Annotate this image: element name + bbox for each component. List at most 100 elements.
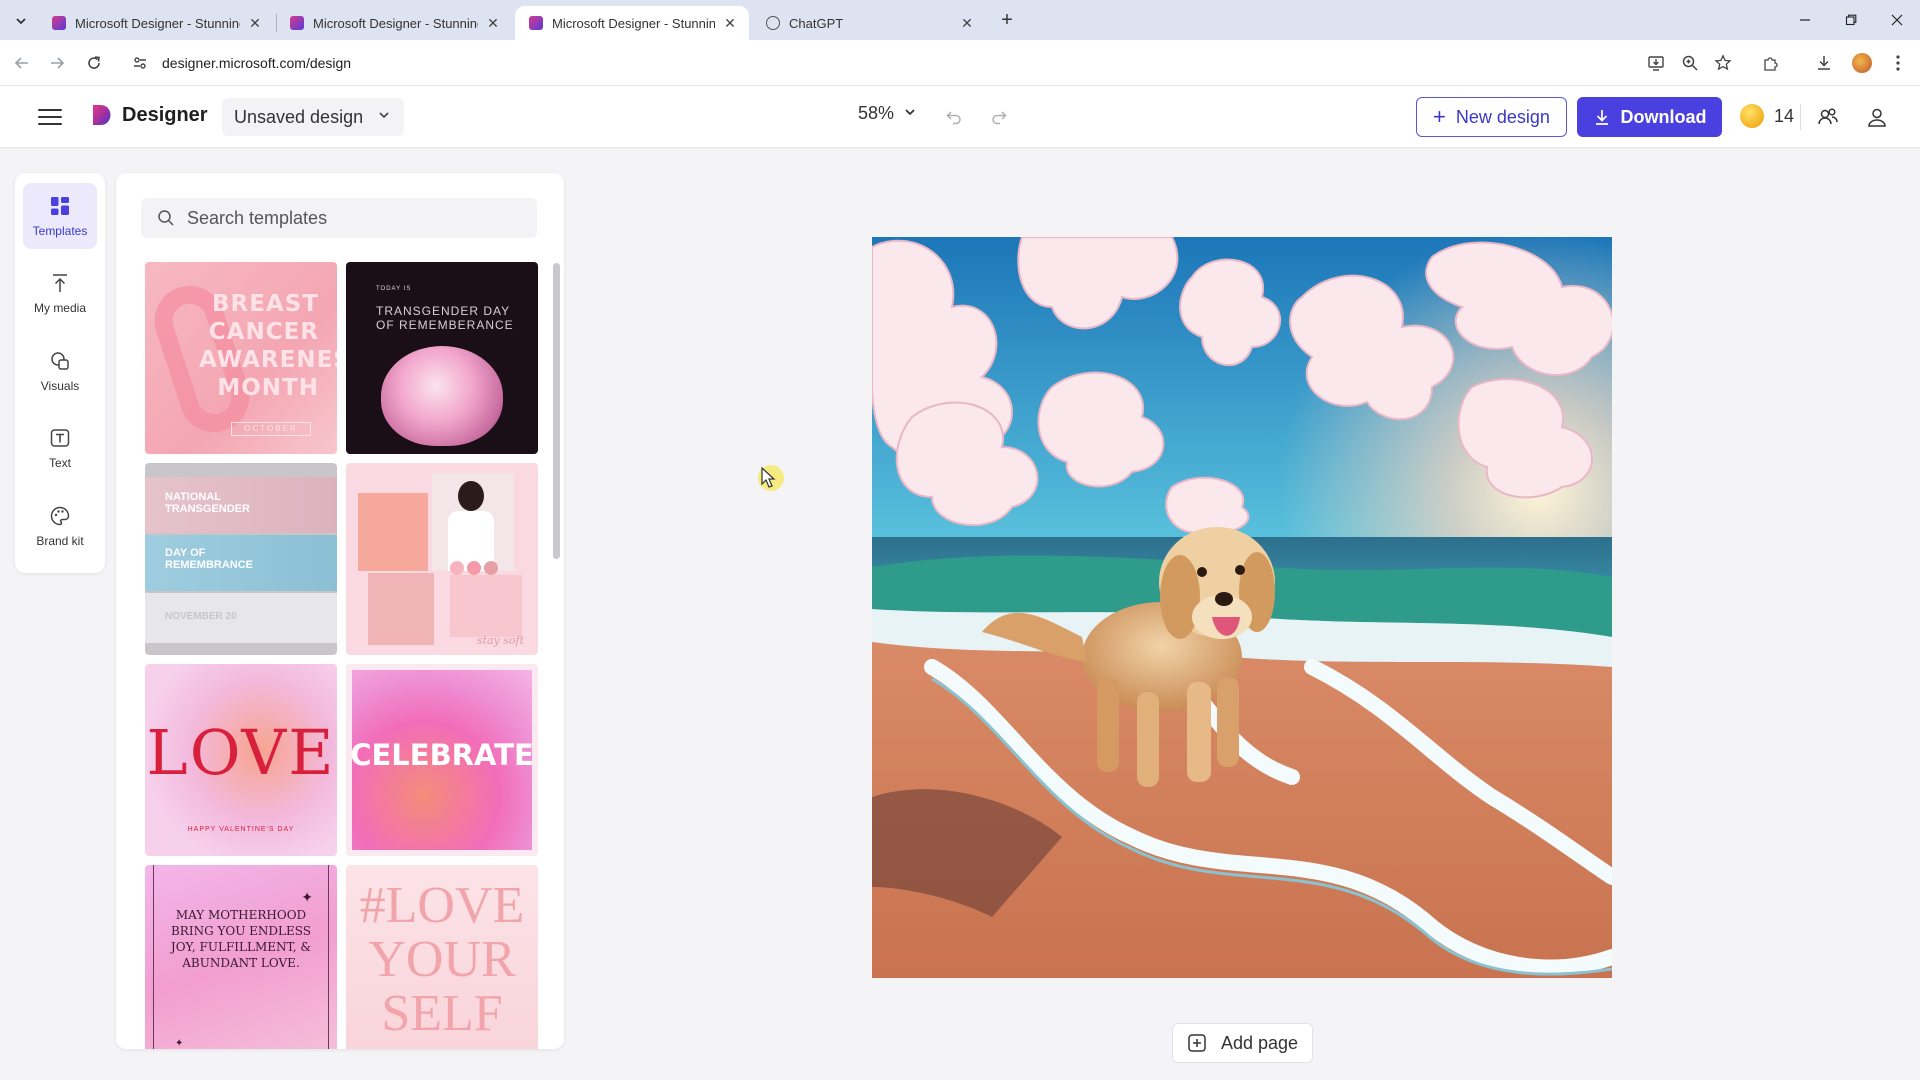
browser-tabstrip: Microsoft Designer - Stunning ✕ Microsof…	[0, 0, 1920, 40]
share-people-icon[interactable]	[1815, 104, 1841, 130]
design-canvas-image[interactable]	[872, 237, 1612, 978]
rail-item-my-media[interactable]: My media	[23, 260, 97, 326]
restore-icon[interactable]	[1828, 0, 1874, 40]
redo-icon[interactable]	[987, 105, 1011, 129]
extensions-puzzle-icon[interactable]	[1760, 52, 1782, 74]
browser-toolbar: designer.microsoft.com/design	[0, 40, 1920, 86]
rail-item-brand-kit[interactable]: Brand kit	[23, 493, 97, 559]
upload-icon	[48, 271, 72, 295]
download-arrow-icon	[1595, 110, 1608, 125]
templates-icon	[48, 194, 72, 218]
chevron-down-icon	[378, 108, 390, 124]
minimize-icon[interactable]	[1782, 0, 1828, 40]
brand-name: Designer	[122, 103, 208, 126]
designer-header: Designer Unsaved design 58% + New design…	[0, 86, 1920, 148]
new-design-label: New design	[1455, 106, 1550, 127]
zoom-dropdown[interactable]: 58%	[858, 103, 916, 124]
template-line-2: DAY OF REMEMBRANCE	[165, 547, 253, 571]
rail-label: My media	[33, 301, 86, 315]
browser-tab-title: Microsoft Designer - Stunning	[75, 15, 240, 31]
template-text: CELEBRATE	[350, 738, 534, 772]
search-icon	[157, 208, 177, 228]
designer-logo-icon	[93, 105, 111, 125]
close-tab-icon[interactable]: ✕	[484, 14, 502, 32]
text-icon	[48, 426, 72, 450]
browser-tab-title: Microsoft Designer - Stunning	[313, 15, 478, 31]
collage-bag-photo	[368, 573, 434, 645]
template-transgender-day-of-remembrance[interactable]: TODAY IS TRANSGENDER DAY OF REMEMBERANCE	[346, 262, 538, 454]
template-text: TRANSGENDER DAY OF REMEMBERANCE	[376, 304, 514, 332]
template-text: BREAST CANCER AWARENESS MONTH	[199, 291, 337, 401]
downloads-icon[interactable]	[1813, 52, 1835, 74]
template-tag: OCTOBER	[231, 422, 311, 436]
chatgpt-favicon-icon	[766, 16, 780, 30]
zoom-magnifier-icon[interactable]	[1679, 52, 1701, 74]
shapes-icon	[48, 349, 72, 373]
palette-icon	[48, 504, 72, 528]
template-breast-cancer-awareness[interactable]: BREAST CANCER AWARENESS MONTH OCTOBER	[145, 262, 337, 454]
template-national-transgender-day[interactable]: NATIONAL TRANSGENDER DAY OF REMEMBRANCE …	[145, 463, 337, 655]
rail-label: Text	[48, 456, 71, 470]
browser-tab-title: Microsoft Designer - Stunning	[552, 15, 715, 31]
boost-coin-icon	[1740, 104, 1764, 128]
template-love-yourself[interactable]: #LOVE YOUR SELF	[346, 865, 538, 1049]
designer-brand[interactable]: Designer	[90, 103, 208, 127]
peony-flower-graphic	[381, 346, 503, 446]
template-motherhood[interactable]: ✦ MAY MOTHERHOOD BRING YOU ENDLESS JOY, …	[145, 865, 337, 1049]
templates-panel: Search templates BREAST CANCER AWARENESS…	[116, 173, 564, 1049]
download-label: Download	[1620, 106, 1707, 127]
browser-menu-kebab-icon[interactable]	[1887, 52, 1909, 74]
install-app-icon[interactable]	[1645, 52, 1667, 74]
frame-line	[153, 865, 154, 1049]
browser-tab-1[interactable]: Microsoft Designer - Stunning ✕	[38, 6, 274, 40]
tab-search-chevron-icon[interactable]	[10, 10, 32, 32]
designer-favicon-icon	[52, 16, 66, 30]
close-tab-icon[interactable]: ✕	[246, 14, 264, 32]
rail-item-text[interactable]: Text	[23, 415, 97, 481]
undo-icon[interactable]	[942, 105, 966, 129]
close-window-icon[interactable]	[1874, 0, 1920, 40]
forward-arrow-icon[interactable]	[45, 51, 69, 75]
new-tab-plus-icon[interactable]: +	[996, 9, 1018, 31]
download-button[interactable]: Download	[1577, 97, 1722, 137]
hamburger-menu-icon[interactable]	[38, 105, 62, 129]
template-text: #LOVE YOUR SELF	[359, 877, 525, 1042]
sparkle-icon: ✦	[301, 889, 313, 905]
address-bar[interactable]: designer.microsoft.com/design	[122, 46, 1672, 80]
add-page-button[interactable]: Add page	[1172, 1023, 1313, 1063]
template-celebrate[interactable]: CELEBRATE	[346, 664, 538, 856]
template-stay-soft-collage[interactable]: stay soft	[346, 463, 538, 655]
template-small-text: TODAY IS	[376, 286, 412, 292]
rail-item-visuals[interactable]: Visuals	[23, 338, 97, 404]
boost-credits[interactable]: 14	[1740, 104, 1794, 128]
template-text: stay soft	[476, 634, 524, 647]
template-subtext: HAPPY VALENTINE'S DAY	[187, 826, 295, 833]
close-tab-icon[interactable]: ✕	[721, 14, 739, 32]
site-info-icon[interactable]	[130, 53, 150, 73]
design-name-dropdown[interactable]: Unsaved design	[222, 98, 404, 136]
bookmark-star-icon[interactable]	[1712, 52, 1734, 74]
mouse-cursor-highlight	[758, 465, 784, 491]
browser-tab-3-active[interactable]: Microsoft Designer - Stunning ✕	[515, 6, 749, 40]
search-templates-input[interactable]: Search templates	[141, 198, 537, 238]
new-design-button[interactable]: + New design	[1416, 97, 1567, 137]
template-love-valentines[interactable]: LOVE HAPPY VALENTINE'S DAY	[145, 664, 337, 856]
reload-icon[interactable]	[82, 51, 106, 75]
design-name-text: Unsaved design	[234, 106, 364, 127]
profile-avatar[interactable]	[1851, 52, 1873, 74]
credits-count: 14	[1774, 105, 1795, 126]
template-line-1: NATIONAL TRANSGENDER	[165, 491, 250, 515]
close-tab-icon[interactable]: ✕	[958, 14, 976, 32]
rail-label: Visuals	[40, 379, 80, 393]
browser-tab-4[interactable]: ChatGPT ✕	[752, 6, 986, 40]
back-arrow-icon[interactable]	[10, 51, 34, 75]
account-person-icon[interactable]	[1864, 104, 1890, 130]
plus-icon: +	[1433, 104, 1446, 129]
rail-item-templates[interactable]: Templates	[23, 183, 97, 249]
left-rail: Templates My media Visuals Text Brand ki…	[15, 173, 105, 573]
designer-favicon-icon	[290, 16, 304, 30]
golden-retriever-beach-image	[872, 237, 1612, 978]
sparkle-icon: ✦	[175, 1038, 184, 1049]
browser-tab-2[interactable]: Microsoft Designer - Stunning ✕	[276, 6, 512, 40]
panel-scrollbar[interactable]	[553, 263, 560, 559]
